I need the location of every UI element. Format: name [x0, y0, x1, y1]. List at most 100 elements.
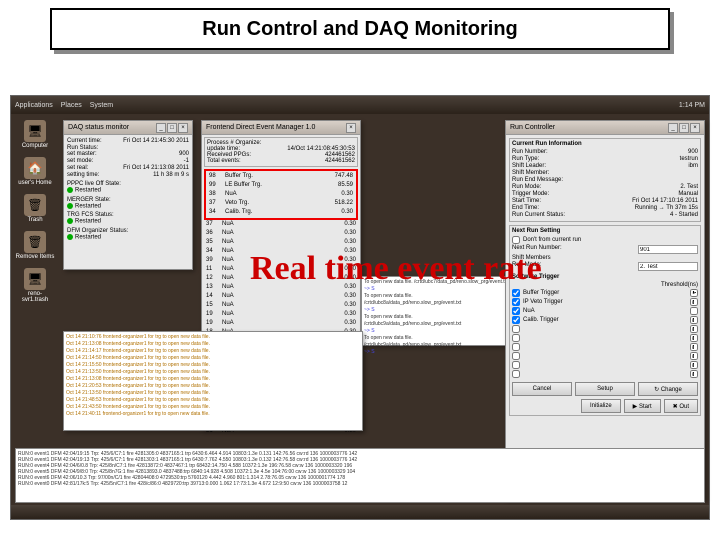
menu-system[interactable]: System [90, 102, 113, 109]
rate-name: NuA [218, 319, 326, 328]
rate-value: 0.30 [326, 229, 356, 238]
start-button[interactable]: ▶ Start [624, 399, 661, 413]
rate-row: 36NuA0.30 [204, 229, 358, 238]
trigger-checkbox[interactable] [512, 325, 520, 333]
menu-places[interactable]: Places [61, 102, 82, 109]
pppc-label: PPPC live Off State: [67, 181, 189, 187]
maximize-icon[interactable]: □ [679, 123, 689, 133]
window-titlebar[interactable]: DAQ status monitor _□× [64, 121, 192, 135]
info-val: Running → Th 37m 15s [635, 205, 698, 211]
rate-row: 14NuA0.30 [204, 292, 358, 301]
daq-row-val: 11 h 38 m 9 s [153, 172, 189, 178]
trigger-threshold-input[interactable] [690, 343, 698, 351]
trigger-threshold-input[interactable] [690, 361, 698, 369]
trigger-checkbox[interactable] [512, 289, 520, 297]
info-val: ibm [688, 163, 698, 169]
info-val: 900 [688, 149, 698, 155]
trigger-threshold-input[interactable] [690, 289, 698, 297]
overlay-annotation: Real time event rate [250, 250, 542, 288]
rate-value: 0.30 [326, 220, 356, 229]
rate-name: NuA [218, 229, 326, 238]
desktop-icon[interactable]: 🗑Remove Items [15, 231, 55, 260]
minimize-icon[interactable]: _ [156, 123, 166, 133]
daq-row-val: Fri Oct 14 21:13:08 2011 [123, 165, 189, 171]
next-run-number-input[interactable] [638, 245, 698, 254]
folder-icon: 🗑 [24, 194, 46, 216]
rate-index: 34 [209, 208, 221, 217]
window-title: Run Controller [510, 124, 555, 131]
current-time-label: Current time: [67, 138, 102, 144]
status-dot-icon [67, 187, 73, 193]
trigger-checkbox[interactable] [512, 361, 520, 369]
initialize-button[interactable]: Initialize [581, 399, 621, 413]
desktop-icon[interactable]: 🖥Computer [15, 120, 55, 149]
info-val: Manual [678, 191, 698, 197]
log-line: Oct 14 21:14:50 frontend-organizer1 for … [66, 355, 360, 362]
trigger-checkbox[interactable] [512, 352, 520, 360]
run-mode-select[interactable] [638, 262, 698, 271]
close-icon[interactable]: × [346, 123, 356, 133]
trigger-checkbox[interactable] [512, 370, 520, 378]
rate-value: 85.59 [323, 181, 353, 190]
run-controller-window: Run Controller _□× Current Run Informati… [505, 120, 705, 500]
page-title: Run Control and DAQ Monitoring [202, 18, 518, 41]
rate-value: 0.30 [326, 238, 356, 247]
out-button[interactable]: ✖ Out [664, 399, 698, 413]
trigger-threshold-input[interactable] [690, 334, 698, 342]
next-run-setting-title: Next Run Setting [512, 228, 698, 234]
log-line: Oct 14 21:13:50 frontend-organizer1 for … [66, 369, 360, 376]
evt-head-val: 424461562 [325, 158, 355, 164]
close-icon[interactable]: × [690, 123, 700, 133]
rate-index: 19 [206, 319, 218, 328]
trigger-threshold-input[interactable] [690, 370, 698, 378]
folder-icon: 🏠 [24, 157, 46, 179]
trigger-checkbox[interactable] [512, 334, 520, 342]
trigger-threshold-input[interactable] [690, 325, 698, 333]
rate-index: 34 [206, 247, 218, 256]
folder-icon: 🖥 [24, 120, 46, 142]
trg-fcs-label: TRG FCS Status: [67, 212, 189, 218]
rate-name: NuA [218, 238, 326, 247]
window-title: Frontend Direct Event Manager 1.0 [206, 124, 315, 131]
window-titlebar[interactable]: Frontend Direct Event Manager 1.0 × [202, 121, 360, 135]
change-button[interactable]: ↻ Change [638, 382, 698, 396]
status-dot-icon [67, 234, 73, 240]
desktop-icon-label: Remove Items [16, 254, 55, 260]
info-key: Run Type: [512, 156, 539, 162]
rate-index: 13 [206, 283, 218, 292]
trigger-checkbox[interactable] [512, 316, 520, 324]
dfm-org-status: Restarted [75, 234, 101, 240]
info-key: Run Mode: [512, 184, 541, 190]
rate-name: NuA [218, 301, 326, 310]
menu-applications[interactable]: Applications [15, 102, 53, 109]
log-line: Oct 14 21:40:11 frontend-organizer1 for … [66, 411, 360, 418]
trigger-threshold-input[interactable] [690, 298, 698, 306]
cancel-button[interactable]: Cancel [512, 382, 572, 396]
window-titlebar[interactable]: Run Controller _□× [506, 121, 704, 135]
terminal-line: ~> S [364, 349, 510, 356]
desktop-icon[interactable]: 🖥reno-svr1.trash [15, 268, 55, 303]
terminal-line: To open new data file. /crtd/ubc8a/data_… [364, 293, 510, 307]
close-icon[interactable]: × [178, 123, 188, 133]
rate-name: Buffer Trg. [221, 172, 323, 181]
rate-value: 0.30 [326, 301, 356, 310]
trigger-checkbox[interactable] [512, 343, 520, 351]
trigger-checkbox[interactable] [512, 307, 520, 315]
taskbar-bottom [11, 505, 709, 519]
info-val: 2. Test [680, 184, 698, 190]
maximize-icon[interactable]: □ [167, 123, 177, 133]
rate-row: 19NuA0.30 [204, 319, 358, 328]
setup-button[interactable]: Setup [575, 382, 635, 396]
trigger-threshold-input[interactable] [690, 316, 698, 324]
desktop-icon[interactable]: 🏠user's Home [15, 157, 55, 186]
folder-icon: 🗑 [24, 231, 46, 253]
trigger-threshold-input[interactable] [690, 352, 698, 360]
trigger-checkbox[interactable] [512, 298, 520, 306]
minimize-icon[interactable]: _ [668, 123, 678, 133]
dont-from-current-checkbox[interactable] [512, 236, 520, 244]
log-line: Oct 14 21:13:08 frontend-organizer1 for … [66, 376, 360, 383]
rate-index: 19 [206, 310, 218, 319]
desktop-icon[interactable]: 🗑Trash [15, 194, 55, 223]
threshold-label: Threshold(ns) [661, 282, 698, 288]
trigger-threshold-input[interactable] [690, 307, 698, 315]
